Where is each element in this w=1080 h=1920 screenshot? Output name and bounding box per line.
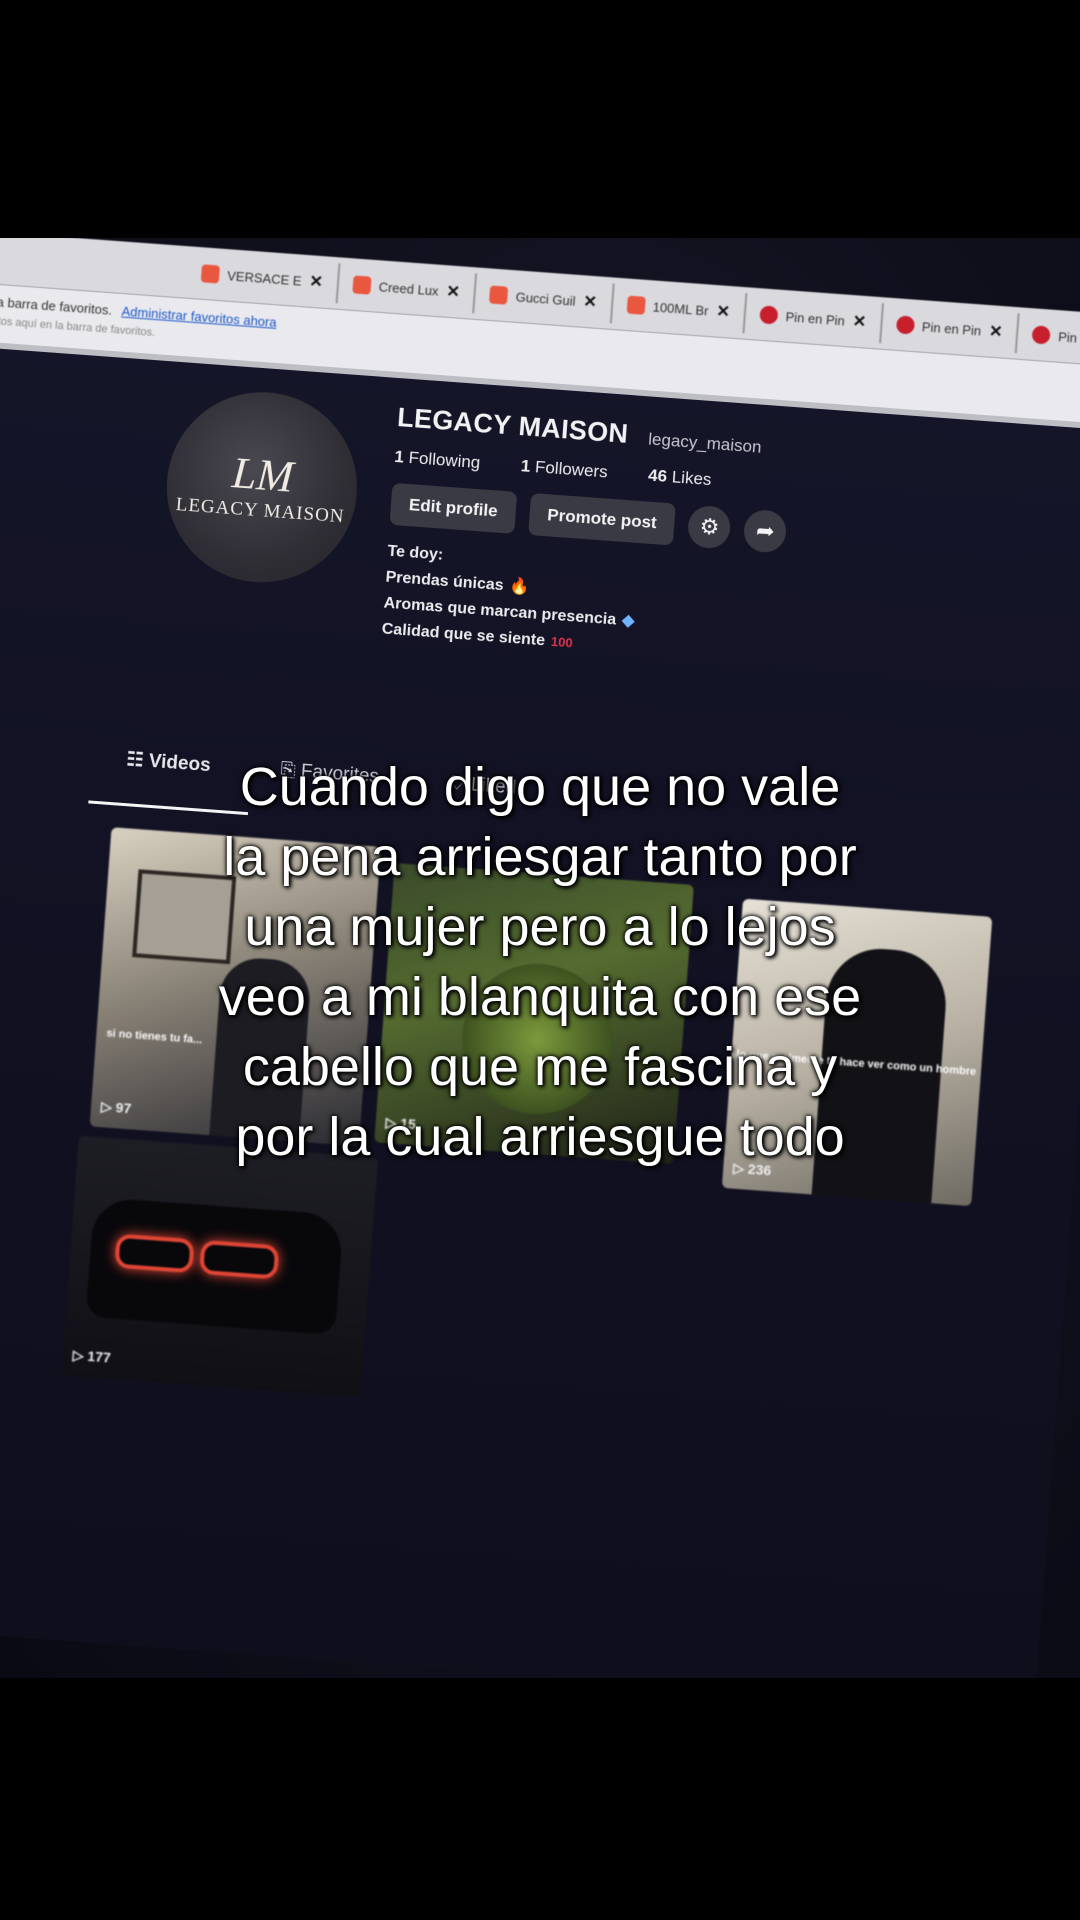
store-icon xyxy=(352,275,372,295)
browser-tab[interactable]: Pin en Enn ✕ xyxy=(1016,313,1080,364)
view-count: ▷ 177 xyxy=(72,1346,112,1366)
likes-stat: 46 Likes xyxy=(648,466,731,491)
store-icon xyxy=(489,285,509,305)
store-icon xyxy=(626,295,646,315)
avatar[interactable]: LM LEGACY MAISON xyxy=(160,385,364,589)
store-icon xyxy=(200,264,220,284)
pinterest-icon xyxy=(895,315,915,335)
browser-tab[interactable]: Creed Lux ✕ xyxy=(337,263,478,314)
edit-profile-button[interactable]: Edit profile xyxy=(389,482,517,534)
followers-count: 1 xyxy=(520,456,532,476)
browser-tab[interactable]: Gucci Guil ✕ xyxy=(474,273,615,324)
gem-icon: ◆ xyxy=(621,612,635,630)
fire-icon: 🔥 xyxy=(508,577,531,597)
close-icon[interactable]: ✕ xyxy=(446,281,461,302)
likes-label: Likes xyxy=(671,467,713,490)
avatar-monogram: LM xyxy=(230,448,296,502)
overlay-caption: Cuando digo que no vale la pena arriesga… xyxy=(218,757,862,1167)
tab-label: Pin en Pin xyxy=(785,308,846,328)
tab-label: Gucci Guil xyxy=(515,288,577,309)
close-icon[interactable]: ✕ xyxy=(988,321,1003,342)
following-label: Following xyxy=(407,447,481,473)
pinterest-icon xyxy=(759,305,779,325)
following-stat[interactable]: 1 Following xyxy=(394,447,499,474)
tab-label: 100ML Br xyxy=(652,298,710,318)
video-thumbnail[interactable]: ▷ 177 xyxy=(61,1135,379,1397)
promote-post-button[interactable]: Promote post xyxy=(527,492,677,546)
browser-tab[interactable]: Pin en Pin ✕ xyxy=(744,293,884,344)
followers-stat[interactable]: 1 Followers xyxy=(520,456,626,483)
browser-tab[interactable]: Pin en Pin ✕ xyxy=(880,303,1020,354)
gear-icon[interactable]: ⚙ xyxy=(687,504,732,550)
bio-line: Prendas únicas xyxy=(385,568,505,595)
close-icon[interactable]: ✕ xyxy=(852,311,867,332)
likes-count: 46 xyxy=(647,465,668,486)
favorites-bar-text: a barra de favoritos. xyxy=(0,294,113,318)
username-handle: legacy_maison xyxy=(647,429,763,457)
profile-info: LEGACY MAISON legacy_maison 1 Following … xyxy=(381,402,1080,694)
share-icon[interactable]: ➦ xyxy=(742,508,788,554)
browser-tab[interactable]: VERSACE E ✕ xyxy=(185,252,341,304)
tab-label: Creed Lux xyxy=(378,278,440,299)
close-icon[interactable]: ✕ xyxy=(583,291,598,312)
tab-label: Pin en Enn xyxy=(1057,328,1080,349)
close-icon[interactable]: ✕ xyxy=(309,271,324,292)
followers-label: Followers xyxy=(534,457,609,482)
tab-label: Pin en Pin xyxy=(921,318,982,339)
close-icon[interactable]: ✕ xyxy=(716,301,731,322)
display-name: LEGACY MAISON xyxy=(396,402,630,449)
tab-label: VERSACE E xyxy=(226,267,303,289)
browser-tab[interactable]: 100ML Br ✕ xyxy=(611,283,748,334)
avatar-brand: LEGACY MAISON xyxy=(175,494,346,528)
pinterest-icon xyxy=(1031,325,1051,345)
view-count-value: 177 xyxy=(86,1347,112,1366)
following-count: 1 xyxy=(393,446,405,467)
thumbnail-image xyxy=(114,1233,195,1274)
hundred-icon: 100 xyxy=(550,633,574,651)
thumbnail-image xyxy=(199,1239,280,1280)
